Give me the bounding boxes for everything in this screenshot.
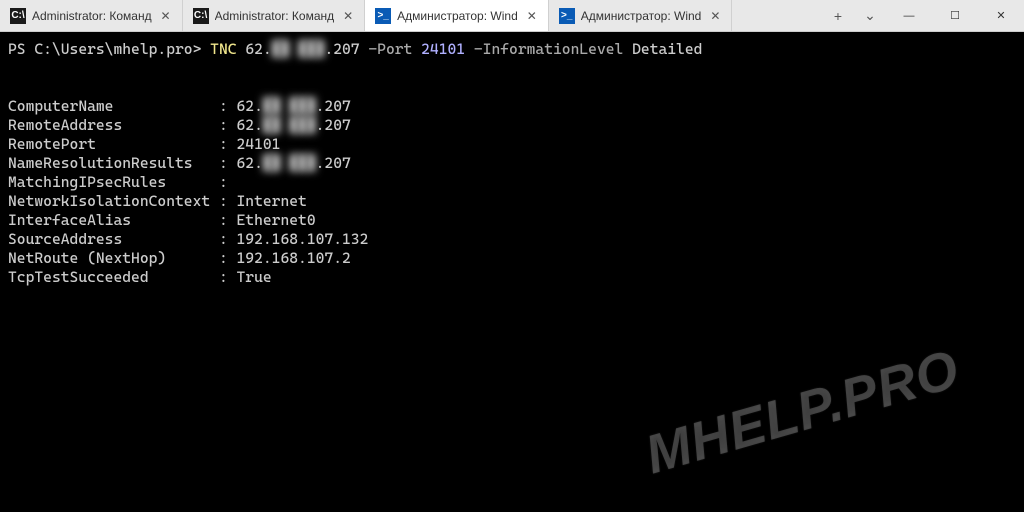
cmd-name: TNC — [210, 40, 236, 58]
result-sep: : — [219, 192, 237, 210]
tab-label: Администратор: Wind — [397, 9, 518, 23]
result-val: 24101 — [237, 135, 281, 153]
result-sep: : — [219, 154, 237, 172]
tab-strip: C:\ Administrator: Команд ✕ C:\ Administrato… — [0, 0, 822, 31]
result-key: RemotePort — [8, 135, 219, 153]
powershell-icon: >_ — [375, 8, 391, 24]
cmd-param-port: -Port — [368, 40, 412, 58]
cmd-ip-redacted: ██ ███ — [272, 40, 325, 58]
tab-1[interactable]: C:\ Administrator: Команд ✕ — [183, 0, 366, 31]
watermark: MHELP.PRO — [645, 359, 961, 466]
cmd-ip-prefix: 62. — [245, 40, 271, 58]
tab-close-button[interactable]: ✕ — [707, 8, 723, 24]
result-val: .207 — [316, 97, 351, 115]
result-key: SourceAddress — [8, 230, 219, 248]
tab-label: Администратор: Wind — [581, 9, 702, 23]
result-key: InterfaceAlias — [8, 211, 219, 229]
terminal-output[interactable]: PS C:\Users\mhelp.pro> TNC 62.██ ███.207… — [0, 32, 1024, 512]
cmd-ip-suffix: .207 — [324, 40, 359, 58]
tab-close-button[interactable]: ✕ — [158, 8, 174, 24]
result-val: 192.168.107.2 — [237, 249, 351, 267]
result-val: .207 — [316, 116, 351, 134]
result-sep: : — [219, 173, 237, 191]
result-sep: : — [219, 211, 237, 229]
tab-0[interactable]: C:\ Administrator: Команд ✕ — [0, 0, 183, 31]
result-sep: : — [219, 230, 237, 248]
tab-dropdown-button[interactable]: ⌄ — [854, 0, 886, 31]
result-val-redacted: ██ ███ — [263, 116, 316, 134]
result-key: MatchingIPsecRules — [8, 173, 219, 191]
minimize-button[interactable]: — — [886, 0, 932, 31]
result-key: TcpTestSucceeded — [8, 268, 219, 286]
result-key: NameResolutionResults — [8, 154, 219, 172]
ps-prompt: PS C:\Users\mhelp.pro> — [8, 40, 210, 58]
cmd-port-value: 24101 — [421, 40, 465, 58]
cmd-icon: C:\ — [193, 8, 209, 24]
tab-3[interactable]: >_ Администратор: Wind ✕ — [549, 0, 733, 31]
result-sep: : — [219, 249, 237, 267]
result-key: RemoteAddress — [8, 116, 219, 134]
maximize-button[interactable]: ☐ — [932, 0, 978, 31]
tab-close-button[interactable]: ✕ — [524, 8, 540, 24]
powershell-icon: >_ — [559, 8, 575, 24]
result-val: 62. — [237, 116, 263, 134]
new-tab-button[interactable]: + — [822, 0, 854, 31]
result-val: 62. — [237, 154, 263, 172]
result-val: .207 — [316, 154, 351, 172]
titlebar: C:\ Administrator: Команд ✕ C:\ Administrato… — [0, 0, 1024, 32]
result-val: Ethernet0 — [237, 211, 316, 229]
result-block: ComputerName : 62.██ ███.207 RemoteAddre… — [8, 97, 1016, 287]
result-key: NetRoute (NextHop) — [8, 249, 219, 267]
tab-label: Administrator: Команд — [215, 9, 335, 23]
window-controls: — ☐ ✕ — [886, 0, 1024, 31]
result-val: 62. — [237, 97, 263, 115]
result-sep: : — [219, 116, 237, 134]
cmd-param-info: -InformationLevel — [474, 40, 623, 58]
result-val: Internet — [237, 192, 307, 210]
result-key: NetworkIsolationContext — [8, 192, 219, 210]
tab-close-button[interactable]: ✕ — [340, 8, 356, 24]
result-sep: : — [219, 135, 237, 153]
cmd-icon: C:\ — [10, 8, 26, 24]
result-sep: : — [219, 97, 237, 115]
result-val: True — [237, 268, 272, 286]
result-val-redacted: ██ ███ — [263, 97, 316, 115]
result-val-redacted: ██ ███ — [263, 154, 316, 172]
close-button[interactable]: ✕ — [978, 0, 1024, 31]
tab-label: Administrator: Команд — [32, 9, 152, 23]
tab-2[interactable]: >_ Администратор: Wind ✕ — [365, 0, 549, 31]
result-sep: : — [219, 268, 237, 286]
result-key: ComputerName — [8, 97, 219, 115]
cmd-info-value: Detailed — [632, 40, 702, 58]
result-val: 192.168.107.132 — [237, 230, 369, 248]
